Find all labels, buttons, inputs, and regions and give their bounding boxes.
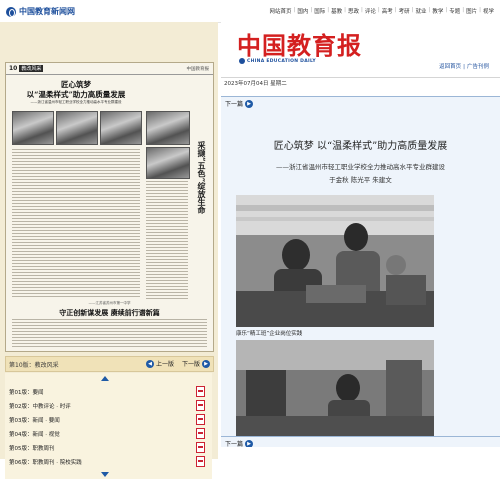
logo-globe-icon: [239, 58, 245, 64]
page-list-label: 第03版：新闻 · 要闻: [9, 418, 60, 424]
page-list-label: 第06版：职教周刊 · 院校实践: [9, 460, 82, 466]
nav-item[interactable]: 国际: [312, 7, 327, 15]
paper-side-title[interactable]: 采撷“五色”绽放生命: [192, 141, 208, 214]
paper-photo: [146, 111, 190, 145]
nav-item[interactable]: 就业: [413, 7, 428, 15]
nav-item[interactable]: 基教: [329, 7, 344, 15]
photo-caption: 康乐“精工班”企业岗位实践: [236, 331, 303, 337]
nav-item[interactable]: 教学: [430, 7, 445, 15]
page-navigation-bar: 第10版：教改风采 ◀ 上一版 下一版 ▶: [5, 356, 214, 372]
top-bar: 中国教育新闻网 网站首页 | 国内 | 国际 | 基教 | 思政 | 评论 | 高考 | 考研 | 就业 | 教学 |…: [0, 0, 500, 23]
nav-item[interactable]: 专题: [447, 7, 462, 15]
pdf-icon[interactable]: [196, 414, 205, 425]
scroll-up-icon[interactable]: [101, 376, 109, 381]
page-list-item[interactable]: 第06版：职教周刊 · 院校实践: [9, 455, 207, 467]
article-subtitle: ——浙江省温州市轻工职业学校全力推动高水平专业群建设: [276, 163, 445, 171]
article-authors: 于金秋 陈光平 朱建文: [329, 176, 392, 184]
page-list-label: 第04版：新闻 · 视觉: [9, 432, 60, 438]
paper-text-block: [146, 181, 188, 299]
pdf-icon[interactable]: [196, 456, 205, 467]
paper-bottom-headline[interactable]: 守正创新谋发展 赓续前行谱新篇: [6, 308, 213, 318]
left-column: 10 教改风采 中国教育报 匠心筑梦 以“温柔样式”助力高质量发展 ——浙江省温…: [0, 22, 218, 479]
home-link[interactable]: 返回首页: [438, 64, 462, 70]
newspaper-logo-en-text: CHINA EDUCATION DAILY: [247, 58, 316, 64]
pdf-icon[interactable]: [196, 400, 205, 411]
ad-rates-link[interactable]: 广告刊例: [466, 64, 490, 70]
site-name: 中国教育新闻网: [19, 6, 75, 16]
paper-photo: [146, 147, 190, 179]
newspaper-logo: 中国教育报: [237, 31, 362, 60]
issue-date-bar: 2023年07月04日 星期二: [221, 77, 500, 87]
paper-bottom-sub: ——江苏省苏州市第一中学: [88, 301, 131, 305]
prev-page-button[interactable]: ◀ 上一版: [146, 359, 174, 368]
paper-section-label: 教改风采: [19, 65, 44, 72]
nav-item[interactable]: 视学: [481, 7, 496, 15]
nav-item[interactable]: 思政: [346, 7, 361, 15]
page-list-item[interactable]: 第04版：新闻 · 视觉: [9, 427, 207, 439]
workshop-photo-image: [236, 195, 434, 327]
next-page-label: 下一版: [182, 361, 201, 368]
page-list-item[interactable]: 第05版：职教周刊: [9, 441, 207, 453]
next-article-button[interactable]: 下一篇 ▶: [225, 99, 254, 108]
header-links: 返回首页 | 广告刊例: [438, 62, 490, 70]
paper-text-block: [12, 149, 140, 299]
current-page-label: 第10版：教改风采: [9, 362, 59, 369]
paper-header: 10 教改风采 中国教育报: [6, 63, 213, 75]
nav-item[interactable]: 图片: [464, 7, 479, 15]
nav-item[interactable]: 考研: [397, 7, 412, 15]
paper-page-number: 10: [9, 65, 18, 72]
article-photo: [236, 340, 434, 436]
nav-item[interactable]: 网站首页: [267, 7, 293, 15]
top-nav: 网站首页 | 国内 | 国际 | 基教 | 思政 | 评论 | 高考 | 考研 | 就业 | 教学 | 专题 | 图片 | 视学: [267, 7, 496, 15]
paper-photo: [56, 111, 98, 145]
workshop-photo-2-image: [236, 340, 434, 436]
newspaper-header: 中国教育报 CHINA EDUCATION DAILY 返回首页 | 广告刊例: [221, 22, 500, 74]
pdf-icon[interactable]: [196, 386, 205, 397]
next-article-label: 下一篇: [225, 101, 244, 108]
nav-item[interactable]: 高考: [380, 7, 395, 15]
arrow-left-icon: ◀: [146, 359, 154, 368]
nav-item[interactable]: 国内: [295, 7, 310, 15]
paper-headline-sub: ——浙江省温州市轻工职业学校全力推动高水平专业群建设: [30, 100, 122, 104]
paper-text-block: [12, 319, 207, 347]
paper-photo: [100, 111, 142, 145]
prev-page-label: 上一版: [156, 361, 175, 368]
nav-item[interactable]: 评论: [363, 7, 378, 15]
page-list-item[interactable]: 第03版：新闻 · 要闻: [9, 413, 207, 425]
paper-headline-line2[interactable]: 以“温柔样式”助力高质量发展: [6, 89, 146, 100]
pdf-icon[interactable]: [196, 428, 205, 439]
site-logo-icon: [6, 6, 16, 17]
page-list-label: 第05版：职教周刊: [9, 446, 55, 452]
page-list: 第01版：要闻第02版：中教评论 · 时评 第03版：新闻 · 要闻 第04版：新闻…: [5, 373, 212, 479]
arrow-right-icon: ▶: [245, 99, 254, 108]
paper-photo: [12, 111, 54, 145]
issue-date: 2023年07月04日 星期二: [224, 81, 287, 87]
page-list-label: 第01版：要闻: [9, 390, 44, 396]
pdf-icon[interactable]: [196, 442, 205, 453]
newspaper-page-preview[interactable]: 10 教改风采 中国教育报 匠心筑梦 以“温柔样式”助力高质量发展 ——浙江省温…: [5, 62, 214, 352]
right-column: 中国教育报 CHINA EDUCATION DAILY 返回首页 | 广告刊例 20…: [221, 22, 500, 459]
article-title: 匠心筑梦 以“温柔样式”助力高质量发展: [273, 141, 448, 152]
site-logo[interactable]: 中国教育新闻网: [6, 6, 75, 17]
page-bottom: [221, 447, 500, 459]
scroll-down-icon[interactable]: [101, 472, 109, 477]
next-page-button[interactable]: 下一版 ▶: [182, 359, 211, 368]
paper-masthead: 中国教育报: [186, 67, 210, 72]
arrow-right-icon: ▶: [202, 359, 211, 368]
newspaper-logo-en: CHINA EDUCATION DAILY: [239, 58, 316, 64]
page-list-label: 第02版：中教评论 · 时评: [9, 404, 71, 410]
page-list-item[interactable]: 第01版：要闻: [9, 385, 207, 397]
page-list-item[interactable]: 第02版：中教评论 · 时评: [9, 399, 207, 411]
article-photo: [236, 195, 434, 327]
